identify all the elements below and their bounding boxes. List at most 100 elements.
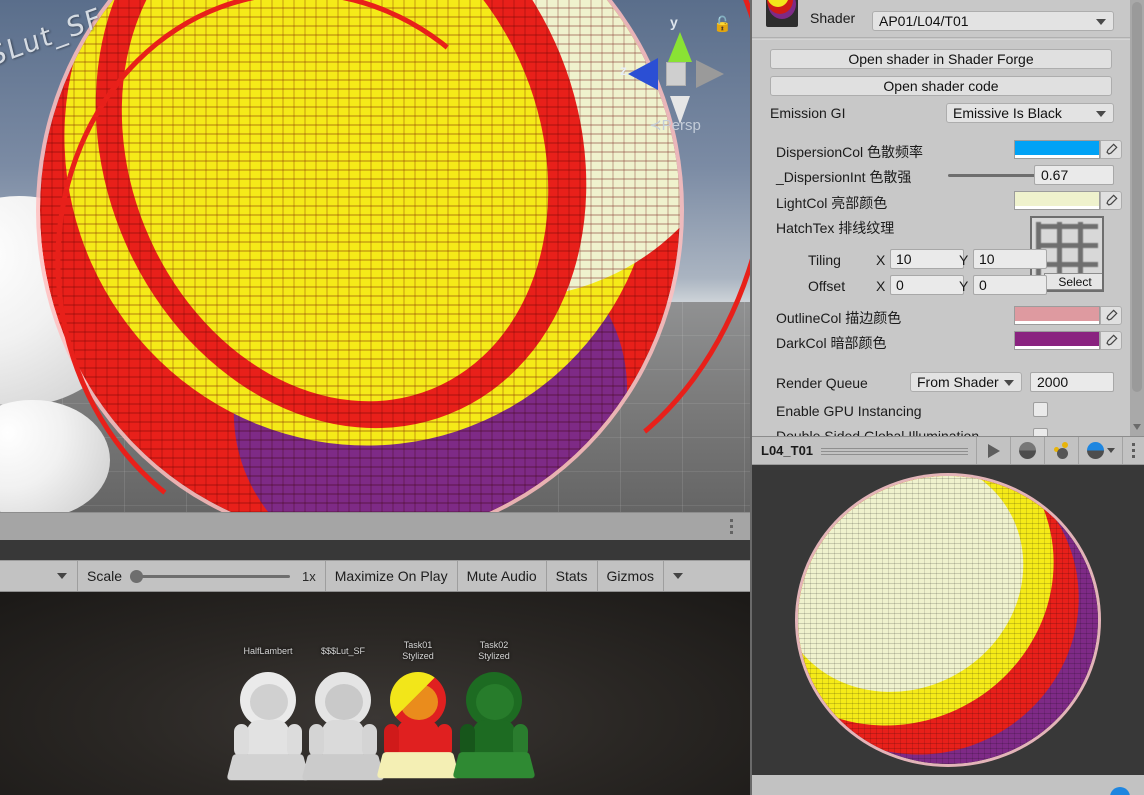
gpu-instancing-label: Enable GPU Instancing: [776, 403, 922, 419]
preview-mesh-button[interactable]: [1010, 437, 1044, 464]
chevron-down-icon: [673, 573, 683, 579]
tiling-y-field[interactable]: 10: [973, 249, 1047, 269]
inspector-scrollbar[interactable]: [1130, 0, 1144, 436]
chevron-down-icon: [1004, 380, 1014, 386]
status-circle-icon[interactable]: [1110, 787, 1130, 795]
color-fill: [1015, 332, 1099, 346]
inspector-scrollbar-thumb[interactable]: [1132, 2, 1142, 392]
figure-base: [452, 752, 536, 779]
mute-audio-button[interactable]: Mute Audio: [457, 561, 547, 591]
gizmo-axis-y-cone[interactable]: [668, 32, 692, 62]
gpu-instancing-checkbox[interactable]: [1033, 402, 1048, 417]
eyedropper-icon[interactable]: [1100, 140, 1122, 159]
dispersion-int-value-field[interactable]: 0.67: [1034, 165, 1114, 185]
double-sided-gi-label: Double Sided Global Illumination: [776, 428, 980, 436]
gizmo-label-y: y: [670, 14, 678, 30]
chevron-down-icon: [1106, 448, 1115, 453]
preview-play-button[interactable]: [976, 437, 1010, 464]
gizmo-axis-x-cone[interactable]: [696, 60, 724, 88]
scale-control[interactable]: Scale 1x: [78, 561, 326, 591]
scale-slider[interactable]: [130, 569, 291, 583]
scale-label: Scale: [87, 568, 123, 584]
double-sided-gi-checkbox[interactable]: [1033, 428, 1048, 436]
game-figure-4: Task02 Stylized: [448, 640, 540, 779]
tiling-label: Tiling: [808, 252, 841, 268]
offset-row: Offset X 0 Y 0: [752, 275, 1052, 297]
figure-visor: [476, 684, 514, 720]
shader-dropdown[interactable]: AP01/L04/T01: [872, 11, 1114, 31]
preview-material-button[interactable]: [1078, 437, 1122, 464]
property-row-dispersion-col: DispersionCol 色散频率: [752, 140, 1130, 162]
eyedropper-icon[interactable]: [1100, 306, 1122, 325]
property-label: _DispersionInt 色散强: [776, 169, 912, 185]
render-queue-dropdown[interactable]: From Shader: [910, 372, 1022, 392]
render-queue-value-field[interactable]: 2000: [1030, 372, 1114, 392]
color-fill: [1015, 192, 1099, 206]
offset-y-field[interactable]: 0: [973, 275, 1047, 295]
offset-x-field[interactable]: 0: [890, 275, 964, 295]
gizmos-button[interactable]: Gizmos: [597, 561, 664, 591]
property-row-dispersion-int: _DispersionInt 色散强 0.67: [752, 165, 1130, 187]
lighting-icon: [1053, 442, 1071, 459]
color-fill: [1015, 141, 1099, 155]
scene-view-gizmo[interactable]: 🔓 y z ≺Persp: [620, 6, 732, 136]
texture-select-button[interactable]: Select: [1044, 273, 1102, 290]
scroll-down-arrow-icon[interactable]: [1133, 424, 1141, 430]
material-inspector: Shader AP01/L04/T01 Open shader in Shade…: [752, 0, 1144, 436]
property-row-dark-col: DarkCol 暗部颜色: [752, 331, 1130, 353]
offset-label: Offset: [808, 278, 846, 294]
figure-visor: [325, 684, 363, 720]
eyedropper-icon[interactable]: [1100, 331, 1122, 350]
scale-value: 1x: [302, 568, 316, 584]
eyedropper-icon[interactable]: [1100, 191, 1122, 210]
color-fill: [1015, 307, 1099, 321]
figure-visor: [400, 684, 438, 720]
gizmos-dropdown[interactable]: [664, 561, 692, 591]
preview-hatch-overlay: [798, 476, 1098, 764]
preview-material-sphere: [798, 476, 1098, 764]
tiling-y-axis-label: Y: [959, 252, 969, 268]
property-label: HatchTex 排线纹理: [776, 220, 895, 236]
color-swatch-outline-col[interactable]: [1014, 306, 1100, 325]
game-figure-2-label: $$$Lut_SF: [320, 646, 366, 656]
property-label: LightCol 亮部颜色: [776, 195, 888, 211]
kebab-menu-icon[interactable]: [724, 516, 738, 536]
scale-slider-knob[interactable]: [130, 569, 144, 583]
tiling-x-field[interactable]: 10: [890, 249, 964, 269]
game-view[interactable]: L04 HalfLambert $$$Lut_SF Task01 Stylize…: [0, 592, 752, 795]
tiling-row: Tiling X 10 Y 10: [752, 249, 1052, 271]
gizmo-axis-z-cone[interactable]: [628, 58, 658, 90]
emission-gi-dropdown[interactable]: Emissive Is Black: [946, 103, 1114, 123]
aspect-ratio-dropdown[interactable]: [0, 561, 78, 591]
tiling-x-axis-label: X: [876, 252, 886, 268]
render-queue-label: Render Queue: [776, 375, 868, 391]
divider: [752, 37, 1130, 38]
preview-lighting-button[interactable]: [1044, 437, 1078, 464]
emission-gi-value: Emissive Is Black: [953, 105, 1062, 121]
color-swatch-dark-col[interactable]: [1014, 331, 1100, 350]
open-shader-code-button[interactable]: Open shader code: [770, 76, 1112, 96]
game-figure-4-label: Task02 Stylized: [478, 640, 510, 661]
render-queue-row: Render Queue From Shader 2000: [752, 372, 1130, 394]
preview-drag-handle[interactable]: [821, 446, 968, 455]
offset-y-axis-label: Y: [959, 278, 969, 294]
material-sphere-icon: [1086, 442, 1104, 459]
gizmo-center-cube[interactable]: [666, 62, 686, 86]
preview-header: L04_T01: [752, 436, 1144, 465]
game-figure-3-label: Task01 Stylized: [402, 640, 434, 661]
open-shader-in-shader-forge-button[interactable]: Open shader in Shader Forge: [770, 49, 1112, 69]
preview-body[interactable]: [752, 465, 1144, 775]
game-figure-1-label: HalfLambert: [243, 646, 293, 656]
chevron-down-icon: [57, 573, 67, 579]
lock-icon[interactable]: 🔓: [713, 17, 732, 32]
color-swatch-dispersion-col[interactable]: [1014, 140, 1100, 159]
sphere-icon: [1019, 442, 1036, 459]
color-swatch-light-col[interactable]: [1014, 191, 1100, 210]
stats-button[interactable]: Stats: [546, 561, 598, 591]
kebab-menu-icon[interactable]: [1122, 437, 1144, 464]
maximize-on-play-button[interactable]: Maximize On Play: [325, 561, 458, 591]
scene-view[interactable]: SLut_SF 🔓 y z ≺Persp: [0, 0, 752, 540]
shader-dropdown-value: AP01/L04/T01: [879, 13, 969, 29]
double-sided-gi-row: Double Sided Global Illumination: [752, 428, 1130, 436]
gizmo-projection-label[interactable]: ≺Persp: [620, 116, 730, 134]
